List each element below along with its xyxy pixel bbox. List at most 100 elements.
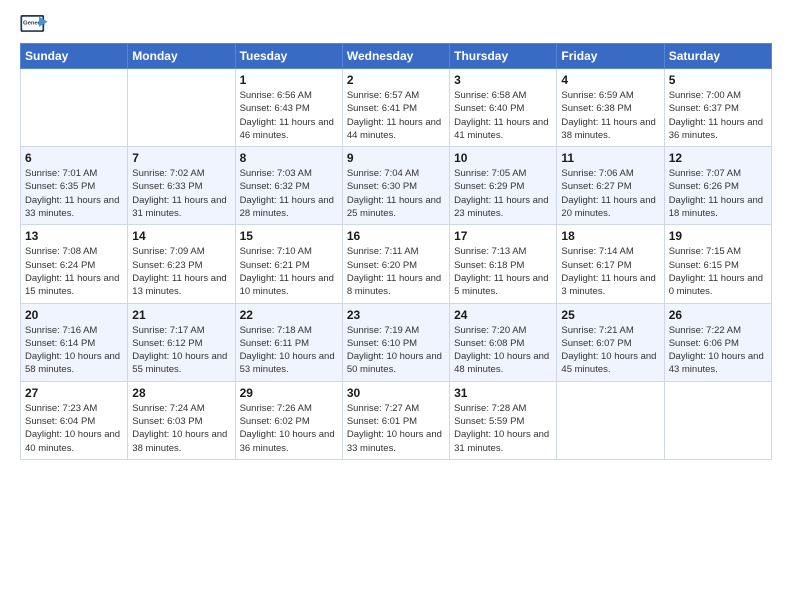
weekday-row: SundayMondayTuesdayWednesdayThursdayFrid… — [21, 44, 772, 69]
calendar-body: 1Sunrise: 6:56 AM Sunset: 6:43 PM Daylig… — [21, 69, 772, 460]
day-info: Sunrise: 7:14 AM Sunset: 6:17 PM Dayligh… — [561, 245, 659, 298]
day-number: 4 — [561, 73, 659, 87]
calendar-cell: 26 Sunrise: 7:22 AM Sunset: 6:06 PM Dayli… — [664, 303, 771, 381]
day-number: 12 — [669, 151, 767, 165]
calendar-cell: 16 Sunrise: 7:11 AM Sunset: 6:20 PM Dayli… — [342, 225, 449, 303]
day-info: Sunrise: 7:03 AM Sunset: 6:32 PM Dayligh… — [240, 167, 338, 220]
day-info: Sunrise: 7:24 AM Sunset: 6:03 PM Dayligh… — [132, 402, 230, 455]
calendar-week-row: 6 Sunrise: 7:01 AM Sunset: 6:35 PM Daylig… — [21, 147, 772, 225]
day-info: Sunrise: 7:09 AM Sunset: 6:23 PM Dayligh… — [132, 245, 230, 298]
day-info: Sunrise: 7:08 AM Sunset: 6:24 PM Dayligh… — [25, 245, 123, 298]
day-info: Sunrise: 6:58 AM Sunset: 6:40 PM Dayligh… — [454, 89, 552, 142]
calendar-header: SundayMondayTuesdayWednesdayThursdayFrid… — [21, 44, 772, 69]
day-number: 15 — [240, 229, 338, 243]
day-number: 26 — [669, 308, 767, 322]
day-info: Sunrise: 7:22 AM Sunset: 6:06 PM Dayligh… — [669, 324, 767, 377]
day-number: 7 — [132, 151, 230, 165]
calendar-cell: 7Sunrise: 7:02 AM Sunset: 6:33 PM Daylig… — [128, 147, 235, 225]
day-number: 5 — [669, 73, 767, 87]
calendar-cell: 10 Sunrise: 7:05 AM Sunset: 6:29 PM Dayli… — [450, 147, 557, 225]
day-number: 31 — [454, 386, 552, 400]
day-number: 17 — [454, 229, 552, 243]
calendar-cell: 25 Sunrise: 7:21 AM Sunset: 6:07 PM Dayli… — [557, 303, 664, 381]
day-info: Sunrise: 7:28 AM Sunset: 5:59 PM Dayligh… — [454, 402, 552, 455]
day-number: 16 — [347, 229, 445, 243]
calendar-cell: 27 Sunrise: 7:23 AM Sunset: 6:04 PM Dayli… — [21, 381, 128, 459]
day-number: 11 — [561, 151, 659, 165]
header: General — [20, 15, 772, 37]
day-info: Sunrise: 7:19 AM Sunset: 6:10 PM Dayligh… — [347, 324, 445, 377]
day-info: Sunrise: 7:23 AM Sunset: 6:04 PM Dayligh… — [25, 402, 123, 455]
weekday-header: Saturday — [664, 44, 771, 69]
calendar-cell: 9 Sunrise: 7:04 AM Sunset: 6:30 PM Daylig… — [342, 147, 449, 225]
day-number: 18 — [561, 229, 659, 243]
calendar-cell: 21 Sunrise: 7:17 AM Sunset: 6:12 PM Dayli… — [128, 303, 235, 381]
calendar-cell: 31 Sunrise: 7:28 AM Sunset: 5:59 PM Dayli… — [450, 381, 557, 459]
calendar-cell: 2 Sunrise: 6:57 AM Sunset: 6:41 PM Daylig… — [342, 69, 449, 147]
calendar-cell: 6 Sunrise: 7:01 AM Sunset: 6:35 PM Daylig… — [21, 147, 128, 225]
day-info: Sunrise: 7:07 AM Sunset: 6:26 PM Dayligh… — [669, 167, 767, 220]
calendar-cell: 5 Sunrise: 7:00 AM Sunset: 6:37 PM Daylig… — [664, 69, 771, 147]
calendar-cell: 29Sunrise: 7:26 AM Sunset: 6:02 PM Dayli… — [235, 381, 342, 459]
day-number: 10 — [454, 151, 552, 165]
day-number: 3 — [454, 73, 552, 87]
calendar-cell — [557, 381, 664, 459]
day-info: Sunrise: 7:18 AM Sunset: 6:11 PM Dayligh… — [240, 324, 338, 377]
logo: General — [20, 15, 52, 37]
day-number: 24 — [454, 308, 552, 322]
day-info: Sunrise: 6:56 AM Sunset: 6:43 PM Dayligh… — [240, 89, 338, 142]
day-number: 27 — [25, 386, 123, 400]
day-number: 8 — [240, 151, 338, 165]
weekday-header: Tuesday — [235, 44, 342, 69]
weekday-header: Wednesday — [342, 44, 449, 69]
calendar-table: SundayMondayTuesdayWednesdayThursdayFrid… — [20, 43, 772, 460]
day-info: Sunrise: 7:16 AM Sunset: 6:14 PM Dayligh… — [25, 324, 123, 377]
calendar-cell: 3 Sunrise: 6:58 AM Sunset: 6:40 PM Daylig… — [450, 69, 557, 147]
calendar-cell — [21, 69, 128, 147]
day-number: 2 — [347, 73, 445, 87]
calendar-cell: 1Sunrise: 6:56 AM Sunset: 6:43 PM Daylig… — [235, 69, 342, 147]
day-info: Sunrise: 7:06 AM Sunset: 6:27 PM Dayligh… — [561, 167, 659, 220]
day-info: Sunrise: 7:20 AM Sunset: 6:08 PM Dayligh… — [454, 324, 552, 377]
calendar-cell: 13 Sunrise: 7:08 AM Sunset: 6:24 PM Dayli… — [21, 225, 128, 303]
day-info: Sunrise: 7:15 AM Sunset: 6:15 PM Dayligh… — [669, 245, 767, 298]
day-number: 20 — [25, 308, 123, 322]
day-number: 6 — [25, 151, 123, 165]
calendar-cell: 20 Sunrise: 7:16 AM Sunset: 6:14 PM Dayli… — [21, 303, 128, 381]
day-info: Sunrise: 7:05 AM Sunset: 6:29 PM Dayligh… — [454, 167, 552, 220]
weekday-header: Friday — [557, 44, 664, 69]
day-number: 21 — [132, 308, 230, 322]
day-number: 19 — [669, 229, 767, 243]
calendar-cell: 8 Sunrise: 7:03 AM Sunset: 6:32 PM Daylig… — [235, 147, 342, 225]
calendar-cell: 11 Sunrise: 7:06 AM Sunset: 6:27 PM Dayli… — [557, 147, 664, 225]
day-info: Sunrise: 7:21 AM Sunset: 6:07 PM Dayligh… — [561, 324, 659, 377]
day-number: 30 — [347, 386, 445, 400]
calendar-week-row: 13 Sunrise: 7:08 AM Sunset: 6:24 PM Dayli… — [21, 225, 772, 303]
calendar-cell: 23Sunrise: 7:19 AM Sunset: 6:10 PM Dayli… — [342, 303, 449, 381]
day-info: Sunrise: 7:04 AM Sunset: 6:30 PM Dayligh… — [347, 167, 445, 220]
calendar-week-row: 1Sunrise: 6:56 AM Sunset: 6:43 PM Daylig… — [21, 69, 772, 147]
day-number: 28 — [132, 386, 230, 400]
day-info: Sunrise: 7:27 AM Sunset: 6:01 PM Dayligh… — [347, 402, 445, 455]
day-number: 25 — [561, 308, 659, 322]
weekday-header: Monday — [128, 44, 235, 69]
calendar-cell: 30 Sunrise: 7:27 AM Sunset: 6:01 PM Dayli… — [342, 381, 449, 459]
day-info: Sunrise: 7:11 AM Sunset: 6:20 PM Dayligh… — [347, 245, 445, 298]
weekday-header: Sunday — [21, 44, 128, 69]
calendar-cell: 12 Sunrise: 7:07 AM Sunset: 6:26 PM Dayli… — [664, 147, 771, 225]
day-number: 13 — [25, 229, 123, 243]
day-number: 9 — [347, 151, 445, 165]
day-info: Sunrise: 7:01 AM Sunset: 6:35 PM Dayligh… — [25, 167, 123, 220]
day-info: Sunrise: 6:57 AM Sunset: 6:41 PM Dayligh… — [347, 89, 445, 142]
day-info: Sunrise: 7:17 AM Sunset: 6:12 PM Dayligh… — [132, 324, 230, 377]
calendar-cell: 18 Sunrise: 7:14 AM Sunset: 6:17 PM Dayli… — [557, 225, 664, 303]
calendar-cell: 22Sunrise: 7:18 AM Sunset: 6:11 PM Dayli… — [235, 303, 342, 381]
calendar-week-row: 27 Sunrise: 7:23 AM Sunset: 6:04 PM Dayli… — [21, 381, 772, 459]
day-info: Sunrise: 7:00 AM Sunset: 6:37 PM Dayligh… — [669, 89, 767, 142]
logo-icon: General — [20, 15, 48, 37]
calendar-container: General SundayMondayTuesdayWednesdayThur… — [0, 0, 792, 470]
calendar-cell: 17Sunrise: 7:13 AM Sunset: 6:18 PM Dayli… — [450, 225, 557, 303]
calendar-cell: 15Sunrise: 7:10 AM Sunset: 6:21 PM Dayli… — [235, 225, 342, 303]
calendar-cell — [128, 69, 235, 147]
calendar-week-row: 20 Sunrise: 7:16 AM Sunset: 6:14 PM Dayli… — [21, 303, 772, 381]
